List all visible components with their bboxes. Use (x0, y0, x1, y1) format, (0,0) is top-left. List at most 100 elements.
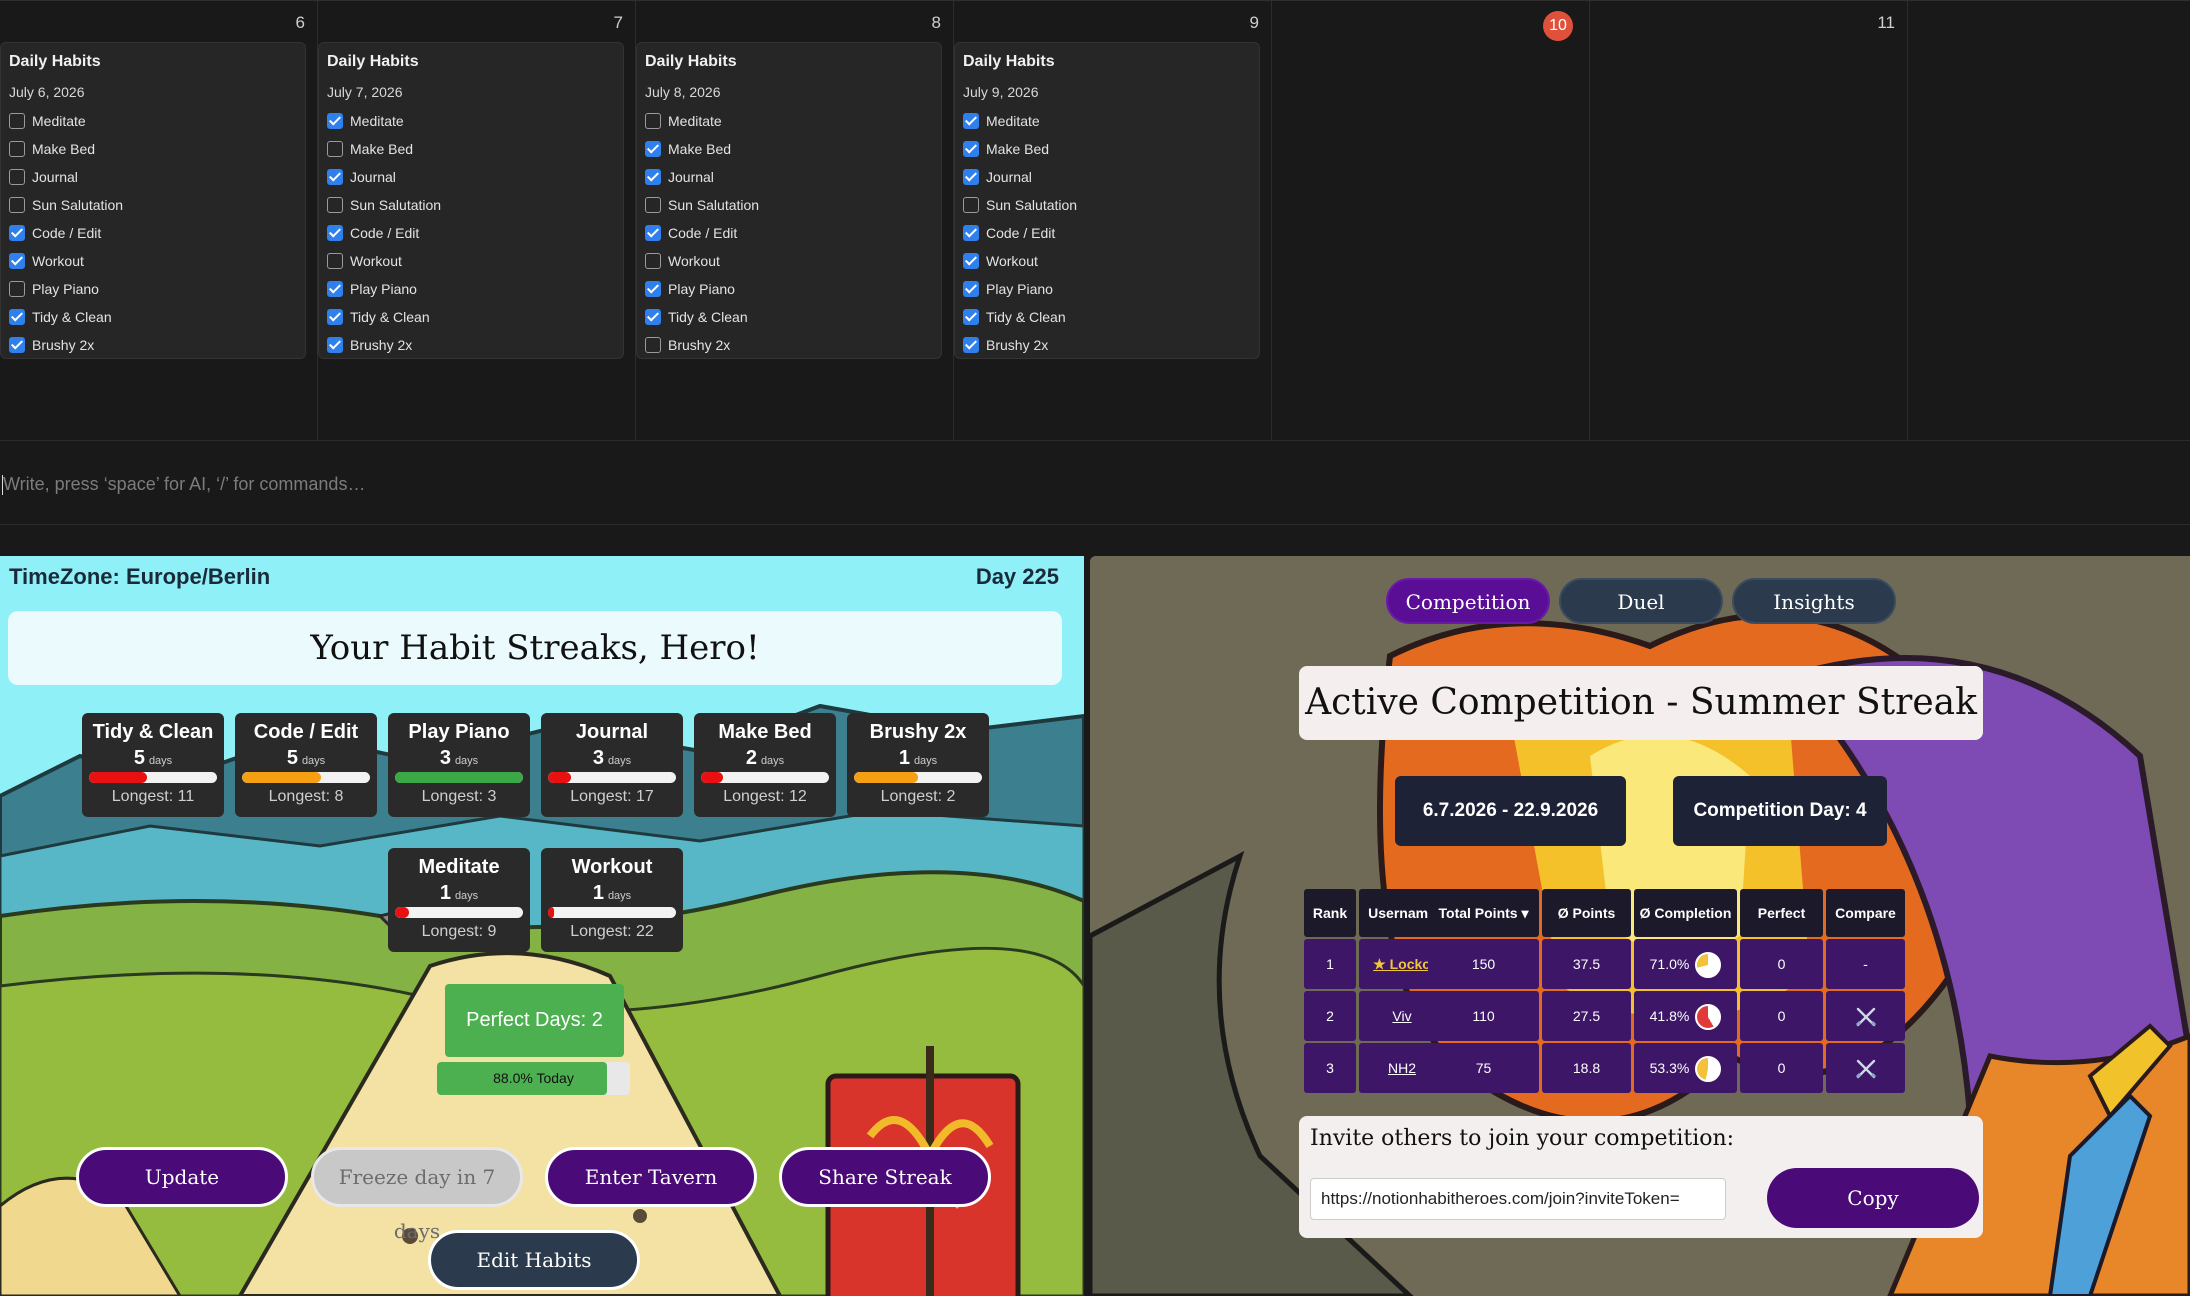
habit-label: Code / Edit (986, 225, 1056, 241)
streak-count: 3 days (541, 747, 683, 769)
calendar-day-column[interactable] (1908, 1, 2190, 441)
habit-checkbox[interactable] (327, 113, 343, 129)
habit-label: Tidy & Clean (986, 309, 1066, 325)
habit-checkbox[interactable] (327, 337, 343, 353)
timezone-label: TimeZone: Europe/Berlin (9, 564, 271, 589)
habit-checkbox[interactable] (9, 197, 25, 213)
card-date: July 6, 2026 (9, 84, 85, 100)
habit-label: Tidy & Clean (32, 309, 112, 325)
edit-habits-button[interactable]: Edit Habits (428, 1230, 640, 1290)
habit-row: Play Piano (9, 275, 297, 303)
habit-checkbox[interactable] (963, 309, 979, 325)
tab-duel[interactable]: Duel (1559, 578, 1723, 624)
streak-card: Journal 3 days Longest: 17 (541, 713, 683, 817)
table-cell-compare[interactable] (1826, 991, 1905, 1041)
calendar-day-column[interactable]: 8 Daily Habits July 8, 2026 Meditate Make Be… (636, 1, 954, 441)
table-cell-rank: 1 (1304, 939, 1356, 989)
table-cell-compare[interactable] (1826, 1043, 1905, 1093)
username-link[interactable]: ★ Locko (1373, 956, 1431, 972)
habit-row: Brushy 2x (327, 331, 615, 359)
habit-checkbox[interactable] (963, 141, 979, 157)
habit-checkbox[interactable] (327, 281, 343, 297)
update-button[interactable]: Update (76, 1147, 288, 1207)
habit-label: Meditate (668, 113, 722, 129)
username-link[interactable]: NH2 (1388, 1060, 1416, 1076)
habit-checkbox[interactable] (963, 281, 979, 297)
habit-row: Sun Salutation (645, 191, 933, 219)
habit-checkbox[interactable] (963, 169, 979, 185)
calendar-day-column[interactable]: 6 Daily Habits July 6, 2026 Meditate Make Be… (0, 1, 318, 441)
habit-checkbox[interactable] (9, 253, 25, 269)
streak-progress-bar (548, 772, 676, 783)
habit-checkbox[interactable] (645, 169, 661, 185)
editor-line[interactable]: Write, press ‘space’ for AI, ‘/’ for com… (0, 440, 2190, 525)
habit-checkbox[interactable] (9, 281, 25, 297)
today-progress-label: 88.0% Today (493, 1070, 574, 1086)
copy-button[interactable]: Copy (1767, 1168, 1979, 1228)
habit-checkbox[interactable] (963, 253, 979, 269)
streak-progress-bar (854, 772, 982, 783)
habit-checkbox[interactable] (963, 113, 979, 129)
swords-icon[interactable] (1854, 1057, 1878, 1081)
streak-habit-name: Journal (575, 721, 649, 743)
habit-checkbox[interactable] (327, 141, 343, 157)
streaks-title: Your Habit Streaks, Hero! (8, 611, 1062, 685)
share-streak-button[interactable]: Share Streak (779, 1147, 991, 1207)
daily-habits-card[interactable]: Daily Habits July 6, 2026 Meditate Make Bed… (0, 42, 306, 359)
tab-competition[interactable]: Competition (1386, 578, 1550, 624)
habit-checkbox[interactable] (645, 337, 661, 353)
calendar-day-column[interactable]: 11 (1590, 1, 1908, 441)
habit-checkbox[interactable] (9, 169, 25, 185)
habit-checkbox[interactable] (9, 141, 25, 157)
habit-checkbox[interactable] (327, 225, 343, 241)
streak-days-unit: days (607, 890, 632, 902)
competition-widget: Competition Duel Insights Active Competiti… (1090, 556, 2190, 1296)
daily-habits-card[interactable]: Daily Habits July 8, 2026 Meditate Make Bed… (636, 42, 942, 359)
habit-row: Tidy & Clean (645, 303, 933, 331)
habit-checkbox[interactable] (645, 113, 661, 129)
habit-checkbox[interactable] (645, 253, 661, 269)
streak-longest: Longest: 17 (570, 788, 654, 805)
table-cell-rate: 71.0% (1634, 939, 1737, 989)
habit-checkbox[interactable] (645, 309, 661, 325)
habit-label: Brushy 2x (350, 337, 413, 353)
habit-label: Sun Salutation (986, 197, 1078, 213)
streak-progress-fill (395, 907, 410, 918)
habit-checkbox[interactable] (963, 225, 979, 241)
habit-checkbox[interactable] (9, 309, 25, 325)
habit-checkbox[interactable] (645, 197, 661, 213)
habit-checkbox[interactable] (645, 281, 661, 297)
habit-checkbox[interactable] (327, 197, 343, 213)
habit-checkbox[interactable] (9, 337, 25, 353)
daily-habits-card[interactable]: Daily Habits July 7, 2026 Meditate Make Bed… (318, 42, 624, 359)
habit-checkbox[interactable] (963, 197, 979, 213)
habit-checkbox[interactable] (9, 225, 25, 241)
header-total-points[interactable]: Total Points ▾ (1428, 889, 1539, 937)
invite-url-input[interactable] (1310, 1178, 1726, 1220)
habit-checkbox[interactable] (645, 141, 661, 157)
daily-habits-card[interactable]: Daily Habits July 9, 2026 Meditate Make Bed… (954, 42, 1260, 359)
freeze-day-button[interactable]: Freeze day in 7 days (311, 1147, 523, 1243)
username-link[interactable]: Viv (1392, 1008, 1411, 1024)
calendar-day-column[interactable]: 9 Daily Habits July 9, 2026 Meditate Make Be… (954, 1, 1272, 441)
streak-progress-fill (701, 772, 723, 783)
streak-card: Play Piano 3 days Longest: 3 (388, 713, 530, 817)
habit-checkbox[interactable] (327, 309, 343, 325)
streak-count-value: 3 (592, 747, 604, 769)
habit-checkbox[interactable] (645, 225, 661, 241)
streak-progress-bar (89, 772, 217, 783)
habit-row: Journal (327, 163, 615, 191)
swords-icon[interactable] (1854, 1005, 1878, 1029)
habit-checkbox[interactable] (327, 253, 343, 269)
habit-label: Sun Salutation (668, 197, 760, 213)
tab-insights[interactable]: Insights (1732, 578, 1896, 624)
calendar-day-column[interactable]: 7 Daily Habits July 7, 2026 Meditate Make Be… (318, 1, 636, 441)
streak-progress-fill (242, 772, 322, 783)
table-cell-rate: 41.8% (1634, 991, 1737, 1041)
habit-checkbox[interactable] (9, 113, 25, 129)
calendar-day-column[interactable]: 10 (1272, 1, 1590, 441)
habit-checkbox[interactable] (327, 169, 343, 185)
header-avg-points: Ø Points (1542, 889, 1631, 937)
habit-checkbox[interactable] (963, 337, 979, 353)
enter-tavern-button[interactable]: Enter Tavern (545, 1147, 757, 1207)
